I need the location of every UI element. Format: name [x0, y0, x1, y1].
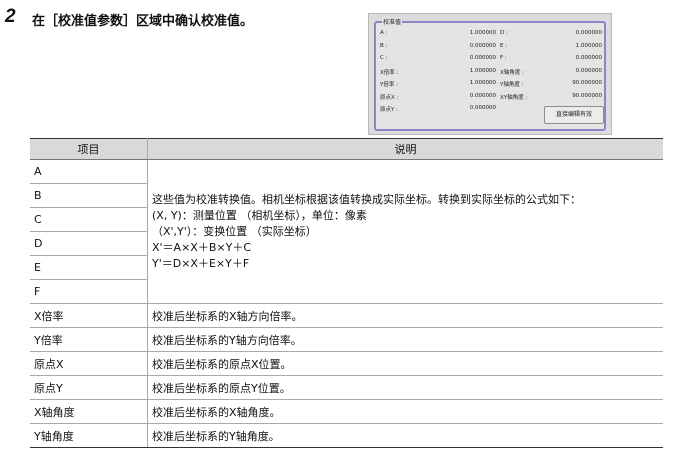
table-row: X轴角度 校准后坐标系的X轴角度。 — [30, 399, 663, 424]
param-value: 1.000000 — [469, 30, 496, 36]
param-value: 90.000000 — [572, 80, 602, 86]
calibration-panel-screenshot: 校准值 A : 1.000000 D : 0.000000 B : 0.0000… — [368, 13, 612, 135]
description-cell: 校准后坐标系的X轴方向倍率。 — [147, 303, 663, 328]
param-value: 0.000000 — [575, 67, 602, 74]
item-cell: 原点X — [30, 351, 148, 376]
description-cell: 校准后坐标系的原点X位置。 — [147, 351, 663, 376]
param-row: Y倍率 : 1.000000 Y轴角度 : 90.000000 — [380, 80, 602, 90]
param-label: F : — [500, 55, 507, 61]
param-value: 0.000000 — [575, 30, 602, 36]
table-row: Y倍率 校准后坐标系的Y轴方向倍率。 — [30, 327, 663, 352]
group-title: 校准值 — [382, 17, 403, 26]
description-line: 这些值为校准转换值。相机坐标根据该值转换成实际坐标。转换到实际坐标的公式如下： — [152, 192, 581, 206]
param-value: 0.000000 — [575, 55, 602, 61]
param-value: 0.000000 — [469, 55, 496, 61]
param-value: 1.000000 — [575, 42, 602, 49]
param-row: X倍率 : 1.000000 X轴角度 : 0.000000 — [380, 68, 602, 78]
description-line: (X, Y)：测量位置 （相机坐标），单位：像素 — [152, 208, 367, 222]
column-header-description: 说明 — [147, 138, 663, 160]
description-cell: 校准后坐标系的Y轴角度。 — [147, 423, 663, 448]
item-cell: X轴角度 — [30, 399, 148, 424]
item-cell: C — [30, 207, 148, 232]
item-cell: Y倍率 — [30, 327, 148, 352]
table-row: Y轴角度 校准后坐标系的Y轴角度。 — [30, 423, 663, 448]
param-label: XY轴角度 : — [500, 94, 528, 101]
param-label: X倍率 : — [380, 69, 399, 76]
item-cell: Y轴角度 — [30, 423, 148, 448]
param-value: 1.000000 — [469, 67, 496, 74]
param-row: C : 0.000000 F : 0.000000 — [380, 55, 602, 65]
conversion-description-cell: 这些值为校准转换值。相机坐标根据该值转换成实际坐标。转换到实际坐标的公式如下： … — [147, 159, 663, 304]
direct-edit-apply-button[interactable]: 直接编辑有效 — [544, 106, 604, 124]
description-cell: 校准后坐标系的原点Y位置。 — [147, 375, 663, 400]
param-label: C : — [380, 55, 388, 61]
column-header-item: 项目 — [30, 138, 148, 160]
calibration-value-group: 校准值 A : 1.000000 D : 0.000000 B : 0.0000… — [374, 17, 606, 131]
param-value: 0.000000 — [469, 92, 496, 99]
table-row: 原点Y 校准后坐标系的原点Y位置。 — [30, 375, 663, 400]
param-label: D : — [500, 30, 508, 36]
param-row: 原点X : 0.000000 XY轴角度 : 90.000000 — [380, 93, 602, 103]
parameter-table: 项目 说明 A 这些值为校准转换值。相机坐标根据该值转换成实际坐标。转换到实际坐… — [30, 138, 663, 448]
table-row: X倍率 校准后坐标系的X轴方向倍率。 — [30, 303, 663, 328]
formula-y: Y'＝D×X＋E×Y＋F — [152, 256, 250, 270]
table-row: 原点X 校准后坐标系的原点X位置。 — [30, 351, 663, 376]
item-cell: X倍率 — [30, 303, 148, 328]
step-number: 2 — [5, 6, 16, 27]
param-value: 0.000000 — [469, 42, 496, 49]
formula-x: X'＝A×X＋B×Y＋C — [152, 240, 251, 254]
param-value: 1.000000 — [469, 80, 496, 86]
item-cell: E — [30, 255, 148, 280]
item-cell: B — [30, 183, 148, 208]
item-cell: A — [30, 159, 148, 184]
param-label: Y轴角度 : — [500, 82, 524, 88]
param-label: E : — [500, 42, 508, 49]
param-row: A : 1.000000 D : 0.000000 — [380, 30, 602, 40]
param-row: B : 0.000000 E : 1.000000 — [380, 43, 602, 53]
description-cell: 校准后坐标系的Y轴方向倍率。 — [147, 327, 663, 352]
description-line: （X',Y'）：变换位置 （实际坐标） — [152, 224, 317, 238]
param-label: X轴角度 : — [500, 69, 524, 76]
param-label: 原点Y : — [380, 107, 398, 113]
item-cell: D — [30, 231, 148, 256]
item-cell: 原点Y — [30, 375, 148, 400]
item-cell: F — [30, 279, 148, 304]
table-header-row: 项目 说明 — [30, 138, 663, 160]
param-value: 90.000000 — [572, 92, 602, 99]
step-instruction: 在［校准值参数］区域中确认校准值。 — [32, 14, 254, 29]
description-cell: 校准后坐标系的X轴角度。 — [147, 399, 663, 424]
param-label: Y倍率 : — [380, 82, 398, 88]
param-label: 原点X : — [380, 94, 399, 101]
param-label: B : — [380, 42, 388, 49]
table-row: A 这些值为校准转换值。相机坐标根据该值转换成实际坐标。转换到实际坐标的公式如下… — [30, 159, 663, 304]
param-label: A : — [380, 30, 388, 36]
param-value: 0.000000 — [469, 105, 496, 111]
